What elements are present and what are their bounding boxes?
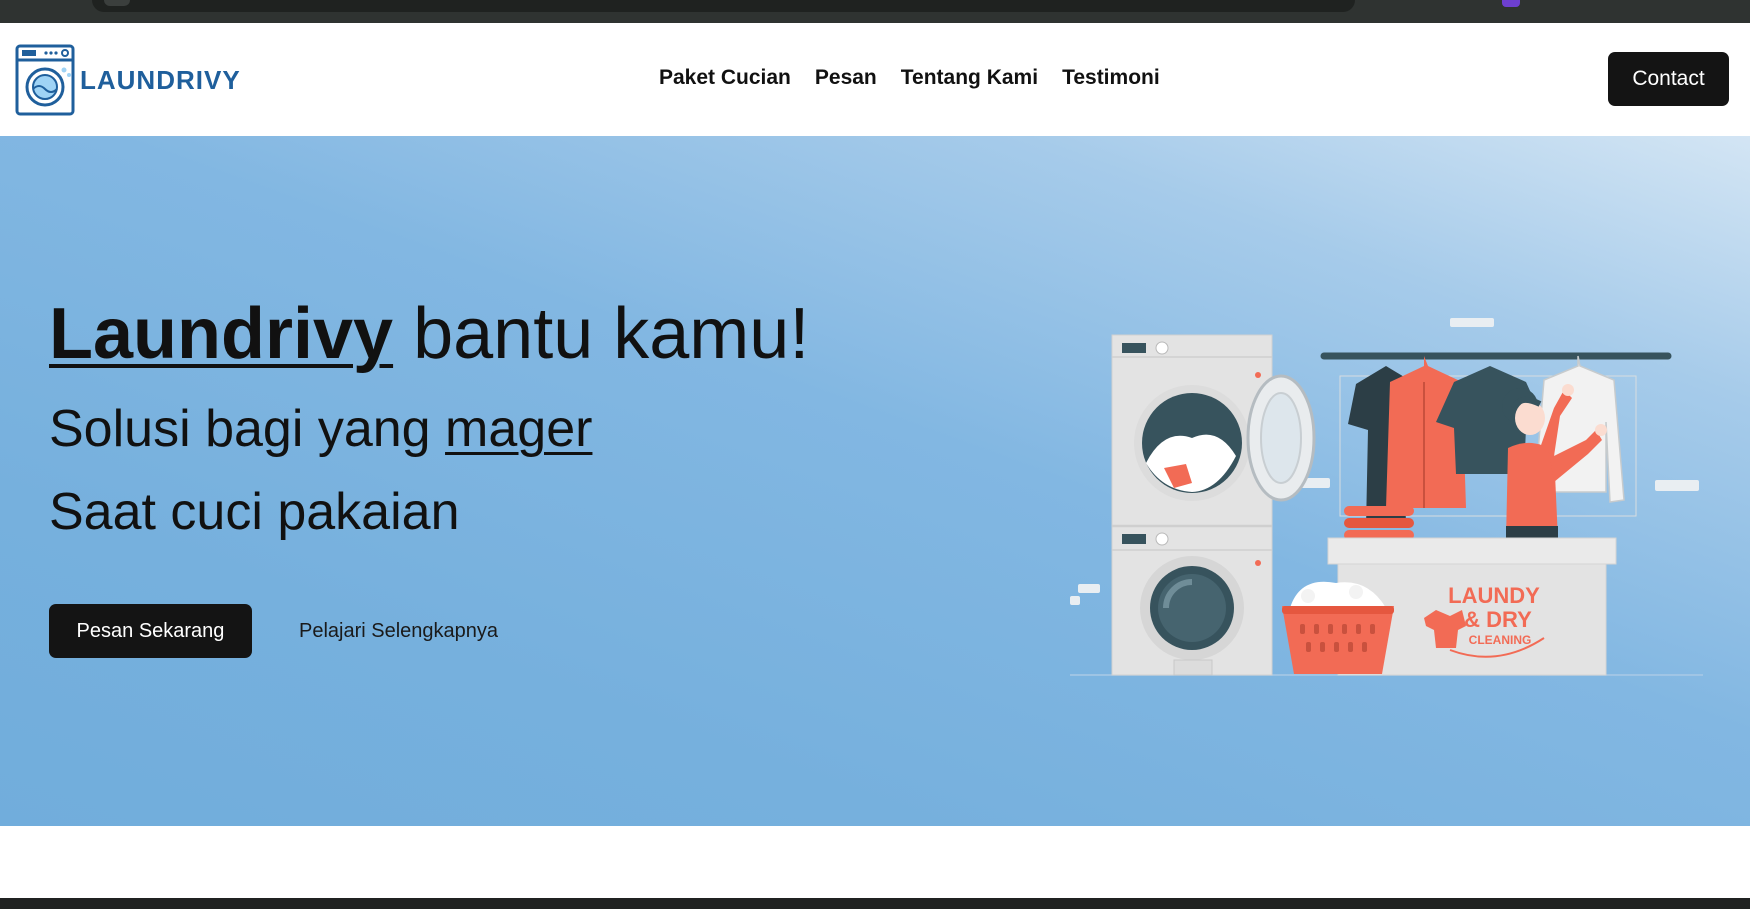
main-nav: Paket Cucian Pesan Tentang Kami Testimon… bbox=[659, 66, 1160, 90]
laundry-illustration: LAUNDY & DRY CLEANING bbox=[1070, 318, 1703, 676]
browser-toolbar bbox=[0, 0, 1750, 23]
nav-item-tentang-kami[interactable]: Tentang Kami bbox=[901, 66, 1038, 90]
extension-icon[interactable] bbox=[1502, 0, 1520, 7]
subline1-prefix: Solusi bagi yang bbox=[49, 400, 446, 458]
hero-headline: Laundrivy bantu kamu! bbox=[49, 298, 809, 370]
hero-subline-1: Solusi bagi yang mager bbox=[49, 403, 592, 455]
order-now-button[interactable]: Pesan Sekarang bbox=[49, 604, 252, 658]
subline1-emphasis: mager bbox=[445, 400, 593, 458]
headline-brand[interactable]: Laundrivy bbox=[49, 294, 393, 374]
deco-rect bbox=[1655, 480, 1699, 491]
hero-subline-2: Saat cuci pakaian bbox=[49, 483, 460, 541]
nav-item-paket-cucian[interactable]: Paket Cucian bbox=[659, 66, 791, 90]
sign-line-1: LAUNDY bbox=[1448, 583, 1540, 608]
learn-more-link[interactable]: Pelajari Selengkapnya bbox=[299, 620, 498, 643]
contact-button[interactable]: Contact bbox=[1608, 52, 1729, 106]
headline-rest: bantu kamu! bbox=[393, 294, 810, 374]
sign-line-2: & DRY bbox=[1464, 607, 1532, 632]
address-bar-icon bbox=[104, 0, 130, 6]
washing-machine-logo-icon bbox=[15, 44, 75, 116]
deco-rect bbox=[1450, 318, 1494, 327]
brand-name: LAUNDRIVY bbox=[80, 64, 241, 95]
nav-item-pesan[interactable]: Pesan bbox=[815, 66, 877, 90]
deco-rect bbox=[1078, 584, 1100, 593]
folded-towels bbox=[1344, 506, 1414, 540]
logo[interactable]: LAUNDRIVY bbox=[15, 44, 241, 116]
taskbar-edge bbox=[0, 898, 1750, 909]
site-header: LAUNDRIVY Paket Cucian Pesan Tentang Kam… bbox=[0, 23, 1750, 136]
washer-stack bbox=[1111, 334, 1316, 676]
deco-rect bbox=[1070, 596, 1080, 605]
hero-section: Laundrivy bantu kamu! Solusi bagi yang m… bbox=[0, 136, 1750, 826]
address-bar[interactable] bbox=[92, 0, 1355, 12]
clothes-rack bbox=[1320, 352, 1672, 528]
sign-line-3: CLEANING bbox=[1469, 633, 1532, 647]
nav-item-testimoni[interactable]: Testimoni bbox=[1062, 66, 1160, 90]
